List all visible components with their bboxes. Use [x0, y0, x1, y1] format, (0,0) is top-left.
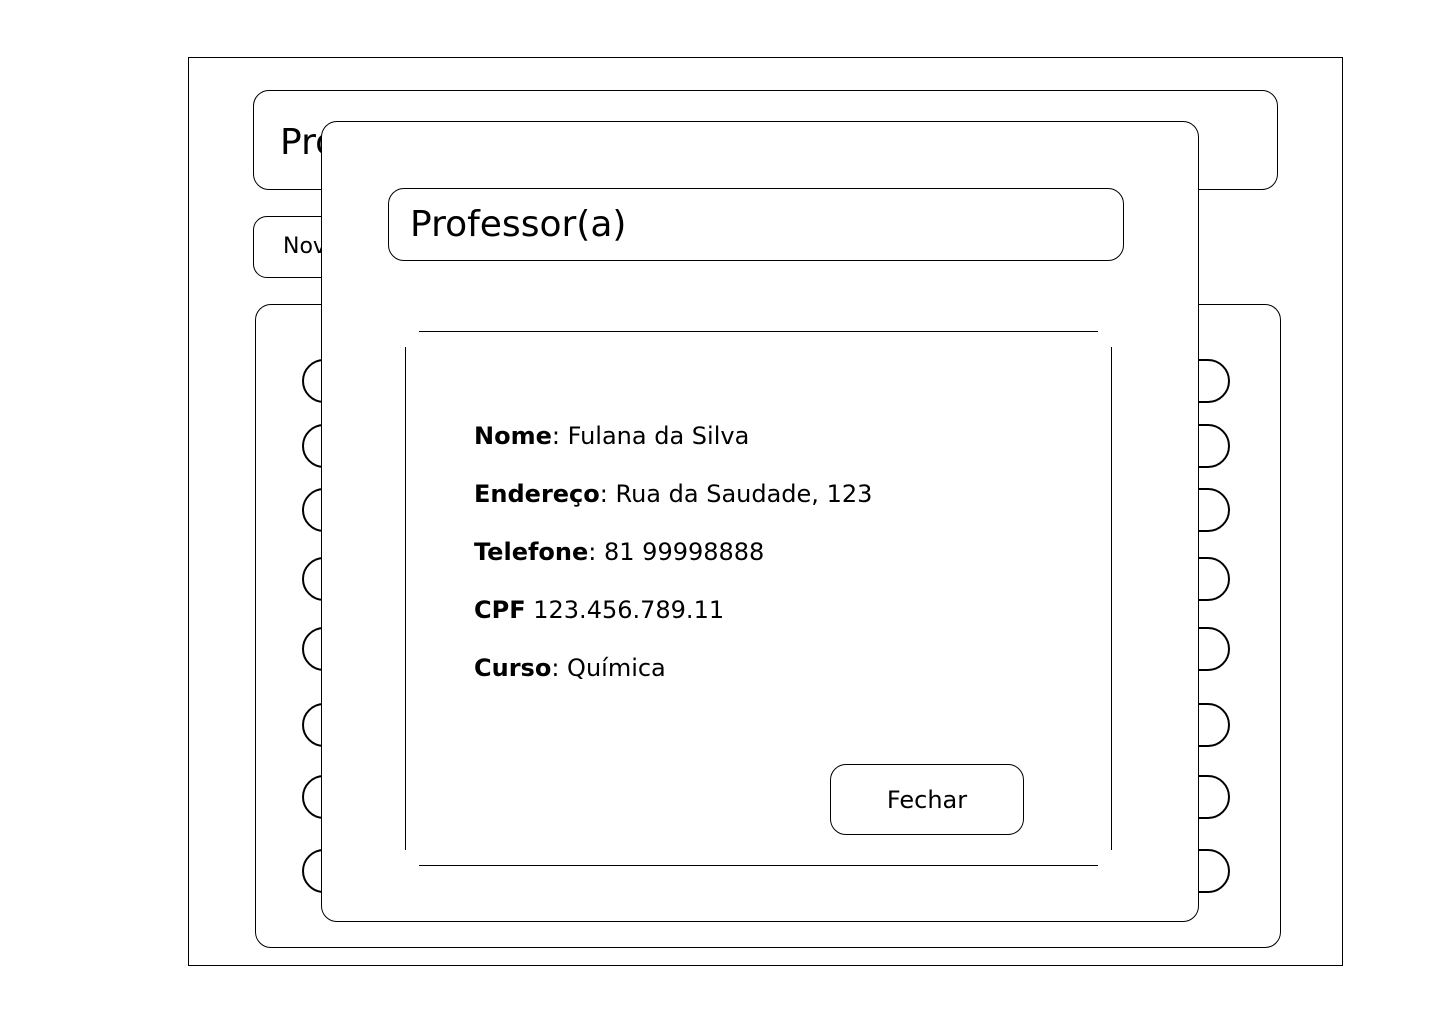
detail-name-label: Nome	[474, 422, 552, 450]
detail-cpf: CPF 123.456.789.11	[474, 595, 724, 625]
detail-address: Endereço: Rua da Saudade, 123	[474, 479, 872, 509]
detail-course-value: Química	[567, 654, 666, 682]
detail-name-value: Fulana da Silva	[567, 422, 750, 450]
professor-modal: Professor(a) Nome: Fulana da Silva Ender…	[321, 121, 1199, 922]
detail-course: Curso: Química	[474, 653, 666, 683]
detail-course-separator: :	[551, 654, 560, 682]
detail-phone: Telefone: 81 99998888	[474, 537, 764, 567]
details-card: Nome: Fulana da Silva Endereço: Rua da S…	[405, 331, 1112, 866]
details-card-border-top	[419, 331, 1098, 332]
detail-phone-value: 81 99998888	[604, 538, 765, 566]
detail-name-separator: :	[551, 422, 560, 450]
detail-phone-separator: :	[588, 538, 597, 566]
detail-cpf-label: CPF	[474, 596, 526, 624]
detail-address-value: Rua da Saudade, 123	[615, 480, 873, 508]
modal-title-box: Professor(a)	[388, 188, 1124, 261]
detail-address-separator: :	[599, 480, 608, 508]
detail-phone-label: Telefone	[474, 538, 589, 566]
details-card-border-right	[1111, 347, 1112, 850]
detail-address-label: Endereço	[474, 480, 600, 508]
modal-title: Professor(a)	[410, 204, 627, 245]
details-card-border-bottom	[419, 865, 1098, 866]
detail-cpf-value: 123.456.789.11	[533, 596, 725, 624]
detail-course-label: Curso	[474, 654, 552, 682]
detail-name: Nome: Fulana da Silva	[474, 421, 749, 451]
close-button[interactable]: Fechar	[830, 764, 1024, 835]
details-card-border-left	[405, 347, 406, 850]
